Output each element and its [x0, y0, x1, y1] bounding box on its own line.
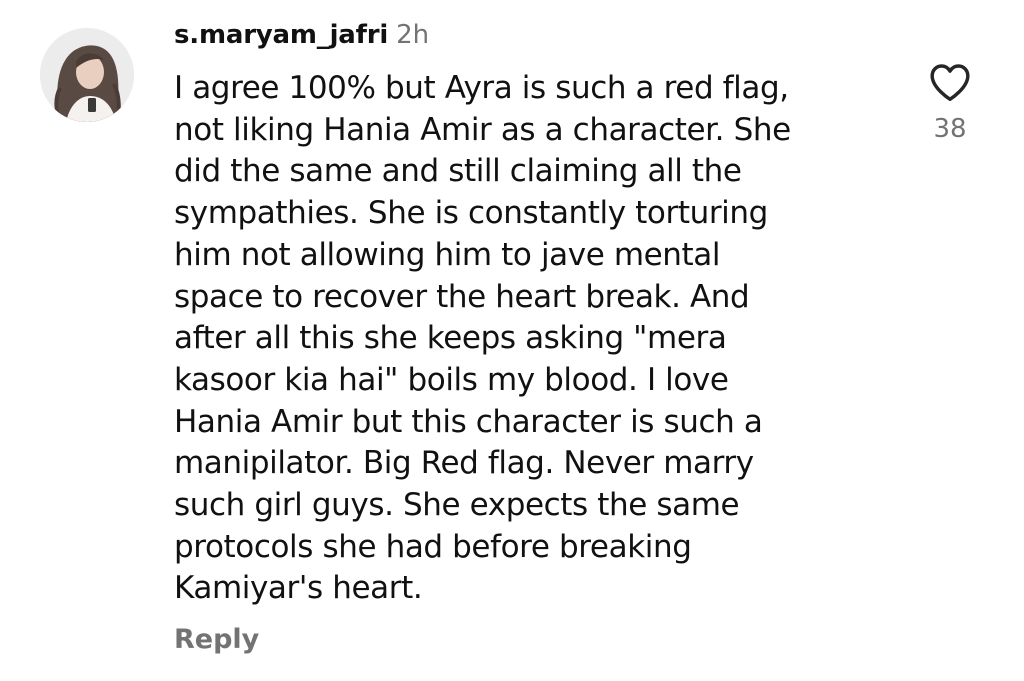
like-button[interactable]	[924, 60, 976, 104]
heart-outline-icon	[930, 64, 970, 102]
username[interactable]: s.maryam_jafri	[174, 20, 388, 50]
like-section: 38	[924, 60, 976, 144]
timestamp: 2h	[396, 20, 430, 50]
comment: s.maryam_jafri 2h I agree 100% but Ayra …	[0, 0, 1024, 681]
comment-text: I agree 100% but Ayra is such a red flag…	[174, 70, 791, 607]
comment-meta: s.maryam_jafri 2h	[174, 20, 874, 58]
profile-photo-icon	[40, 28, 134, 122]
like-count: 38	[933, 114, 967, 144]
avatar[interactable]	[40, 28, 134, 122]
reply-button[interactable]: Reply	[174, 624, 259, 655]
comment-body: s.maryam_jafri 2h I agree 100% but Ayra …	[174, 20, 874, 655]
